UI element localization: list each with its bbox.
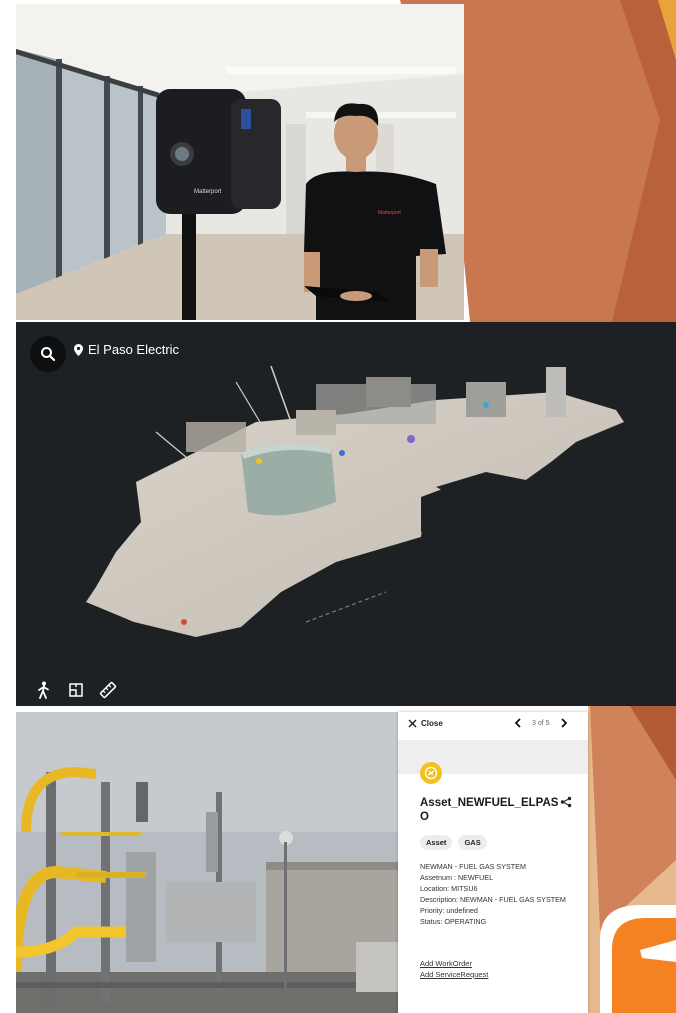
walk-icon — [38, 681, 49, 699]
detail-line: NEWMAN - FUEL GAS SYSTEM — [420, 862, 526, 871]
location-pin-icon — [74, 343, 83, 356]
chevron-left-icon[interactable] — [514, 718, 522, 728]
measure-icon — [99, 681, 117, 699]
detail-line: Description: NEWMAN - FUEL GAS SYSTEM — [420, 895, 566, 904]
camera-brand-text: Matterport — [194, 189, 222, 195]
asset-tags: Asset GAS — [420, 835, 487, 850]
walk-button[interactable] — [34, 680, 54, 700]
detail-line: Assetnum : NEWFUEL — [420, 873, 494, 882]
plant-site-photo — [16, 712, 400, 1013]
tag-gas[interactable]: GAS — [458, 835, 487, 850]
close-button[interactable]: Close — [408, 719, 443, 728]
viewer-toolbar — [34, 680, 118, 700]
detail-line: Priority: undefined — [420, 906, 478, 915]
pager: 3 of 5 — [514, 718, 568, 728]
tag-asset[interactable]: Asset — [420, 835, 453, 850]
search-icon — [41, 347, 56, 362]
3d-model-viewer[interactable]: El Paso Electric — [16, 322, 676, 706]
detail-line: Status: OPERATING — [420, 917, 487, 926]
search-button[interactable] — [30, 336, 66, 372]
close-label: Close — [421, 719, 443, 728]
measure-button[interactable] — [98, 680, 118, 700]
location-name: El Paso Electric — [88, 342, 180, 357]
scanner-photo: Matterport Matterport — [16, 4, 464, 320]
asset-detail-panel: Close 3 of 5 Asset_NEWFUEL_ELPASO Asset … — [398, 712, 588, 1013]
add-servicerequest-link[interactable]: Add ServiceRequest — [420, 969, 488, 980]
gas-icon — [424, 766, 438, 780]
floorplan-button[interactable] — [66, 680, 86, 700]
pager-label: 3 of 5 — [532, 719, 550, 727]
asset-title: Asset_NEWFUEL_ELPASO — [420, 797, 559, 823]
floorplan-icon — [69, 683, 83, 697]
location-label[interactable]: El Paso Electric — [74, 342, 179, 357]
asset-type-icon — [420, 762, 442, 784]
add-workorder-link[interactable]: Add WorkOrder — [420, 958, 488, 969]
asset-details: NEWMAN - FUEL GAS SYSTEM Assetnum : NEWF… — [420, 861, 585, 927]
point-cloud-model[interactable] — [16, 322, 676, 706]
shirt-brand-text: Matterport — [378, 210, 401, 216]
detail-line: Location: MITSU6 — [420, 884, 478, 893]
chevron-right-icon[interactable] — [560, 718, 568, 728]
asset-actions: Add WorkOrder Add ServiceRequest — [420, 958, 488, 980]
share-icon[interactable] — [560, 796, 572, 808]
close-icon — [408, 719, 417, 728]
